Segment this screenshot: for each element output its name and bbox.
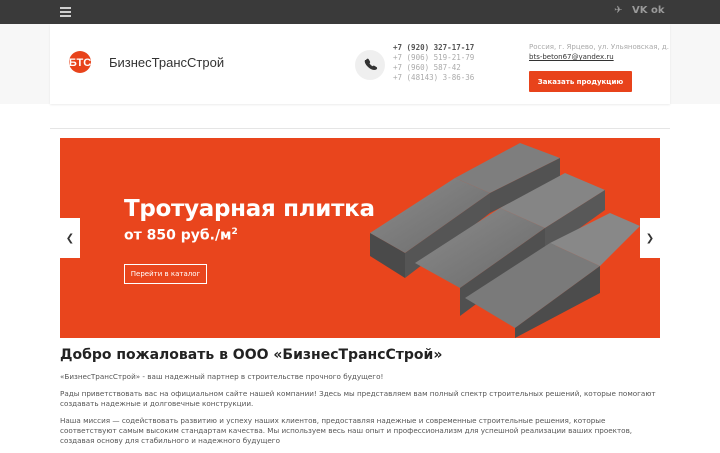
phone-number[interactable]: +7 (960) 587-42 [393,63,474,73]
mission-paragraph: Наша миссия — содействовать развитию и у… [60,416,633,445]
address-text: Россия, г. Ярцево, ул. Ульяновская, д. [529,43,669,51]
welcome-paragraph: Рады приветствовать вас на официальном с… [60,389,656,408]
contact-info: Россия, г. Ярцево, ул. Ульяновская, д. b… [529,42,674,62]
phone-number[interactable]: +7 (920) 327-17-17 [393,43,474,53]
divider [50,128,670,129]
go-to-catalog-button[interactable]: Перейти в каталог [124,264,207,284]
phone-list: +7 (920) 327-17-17 +7 (906) 519-21-79 +7… [393,43,474,83]
telegram-icon[interactable]: ✈ [614,5,622,16]
site-logo[interactable]: БТС БизнесТрансСтрой [62,50,225,74]
slider-prev-button[interactable]: ❮ [60,218,80,258]
odnoklassniki-icon[interactable]: ok [651,5,665,16]
hero-slider: Тротуарная плитка от 850 руб./м2 Перейти… [60,138,660,338]
welcome-section: Добро пожаловать в ООО «БизнесТрансСтрой… [60,347,660,453]
order-product-button[interactable]: Заказать продукцию [529,71,632,92]
svg-text:БТС: БТС [69,57,91,69]
slide-title: Тротуарная плитка [124,196,375,222]
slide-price: от 850 руб./м2 [124,227,238,244]
chevron-left-icon: ❮ [65,232,75,244]
paving-tiles-image [370,143,640,338]
hamburger-menu-icon[interactable] [60,7,71,17]
email-link[interactable]: bts-beton67@yandex.ru [529,52,674,62]
phone-icon [355,50,385,80]
slider-next-button[interactable]: ❯ [640,218,660,258]
logo-mark-icon: БТС [69,51,91,73]
phone-number[interactable]: +7 (48143) 3-86-36 [393,73,474,83]
vk-icon[interactable]: VK [632,5,648,16]
page-title: Добро пожаловать в ООО «БизнесТрансСтрой… [60,347,443,363]
phone-number[interactable]: +7 (906) 519-21-79 [393,53,474,63]
chevron-right-icon: ❯ [645,232,655,244]
logo-text: БизнесТрансСтрой [109,55,225,70]
site-header: БТС БизнесТрансСтрой +7 (920) 327-17-17 … [50,24,670,104]
intro-paragraph: «БизнесТрансСтрой» - ваш надежный партне… [60,372,384,381]
top-bar: ✈ VK ok [0,0,720,24]
